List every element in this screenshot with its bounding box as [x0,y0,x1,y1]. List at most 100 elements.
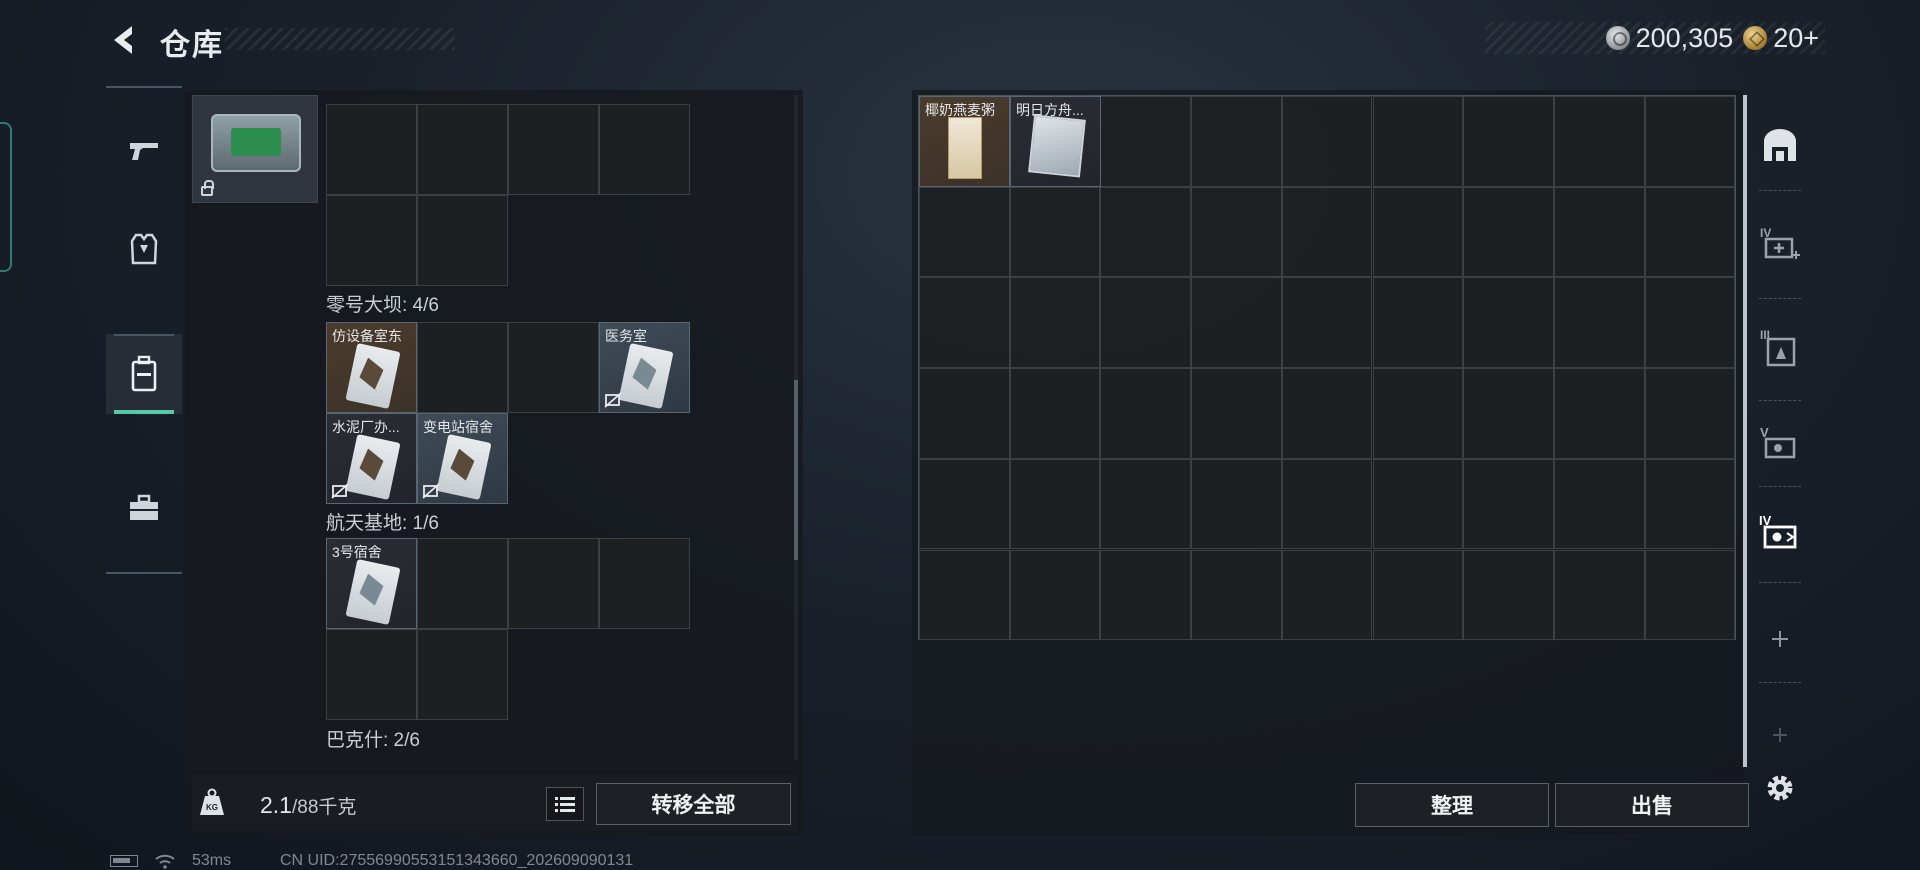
grid-cell[interactable] [1009,277,1101,369]
tool-v-storage[interactable]: V [1755,420,1805,470]
tool-iv-add[interactable]: IV [1755,220,1805,270]
list-icon [555,797,575,812]
grid-cell[interactable] [1372,549,1464,641]
tab-weapons[interactable] [106,110,182,190]
list-view-button[interactable] [546,787,584,821]
grid-cell[interactable] [1644,458,1736,550]
grid-cell[interactable] [1100,458,1192,550]
grid-cell[interactable] [919,277,1010,369]
grid-cell[interactable] [1281,458,1373,550]
grid-cell[interactable] [1463,96,1554,187]
grid-cell[interactable] [1281,368,1373,459]
section-label-bakhsh: 巴克什: 2/6 [326,730,420,751]
grid-cell[interactable] [1372,96,1464,187]
grid-cell[interactable] [599,104,690,195]
tool-iii-storage[interactable]: III [1755,324,1805,374]
grid-cell[interactable] [1372,458,1464,550]
tab-armor[interactable] [106,210,182,290]
grid-cell[interactable] [919,186,1010,278]
tab-tools[interactable] [106,468,182,548]
keycard-item[interactable]: 3号宿舍 [326,538,417,629]
side-drawer-handle[interactable] [0,122,12,272]
armor-vest-icon [130,233,158,265]
grid-cell[interactable] [1553,368,1645,459]
grid-cell[interactable] [1100,549,1192,641]
tab-containers[interactable] [106,334,182,414]
grid-cell[interactable] [326,629,417,720]
grid-cell[interactable] [1009,458,1101,550]
grid-cell[interactable] [1463,277,1554,369]
grid-cell[interactable] [1100,368,1192,459]
grid-cell[interactable] [1372,368,1464,459]
grid-cell[interactable] [326,195,417,286]
keycard-item[interactable]: 水泥厂办... [326,413,417,504]
grid-cell[interactable] [1100,186,1192,278]
keycard-item[interactable]: 仿设备室东 [326,322,417,413]
grid-cell[interactable] [1009,549,1101,641]
grid-cell[interactable] [1281,549,1373,641]
grid-cell[interactable] [1644,96,1736,187]
grid-cell[interactable] [1191,277,1282,369]
grid-cell[interactable] [1463,458,1554,550]
grid-cell[interactable] [1191,549,1282,641]
grid-cell[interactable] [1553,186,1645,278]
grid-cell[interactable] [1100,277,1192,369]
grid-cell[interactable] [1553,458,1645,550]
grid-cell[interactable] [1463,368,1554,459]
grid-cell[interactable] [508,104,599,195]
grid-cell[interactable] [508,538,599,629]
grid-cell[interactable] [919,549,1010,641]
grid-cell[interactable] [1372,186,1464,278]
gold-currency[interactable]: 20+ [1743,23,1819,54]
key-case-slot[interactable] [192,95,318,203]
grid-cell[interactable] [1463,186,1554,278]
grid-cell[interactable] [1644,277,1736,369]
grid-cell[interactable] [1553,549,1645,641]
settings-gear-icon[interactable] [1762,770,1798,806]
grid-cell[interactable] [599,538,690,629]
grid-cell[interactable] [1553,96,1645,187]
grid-cell[interactable] [1281,277,1373,369]
grid-cell[interactable] [1191,96,1282,187]
grid-cell[interactable] [919,458,1010,550]
back-arrow-icon[interactable] [106,22,142,58]
keycard-item[interactable]: 变电站宿舍 [417,413,508,504]
keycard-image [436,434,492,500]
left-scrollbar-thumb[interactable] [794,380,798,560]
keycard-image [345,343,401,409]
grid-cell[interactable] [417,322,508,413]
grid-cell[interactable] [508,322,599,413]
grid-cell[interactable] [1009,186,1101,278]
grid-cell[interactable] [326,104,417,195]
tool-add-faded[interactable] [1755,710,1805,760]
grid-cell[interactable] [1009,368,1101,459]
grid-cell[interactable] [1100,96,1192,187]
right-scrollbar[interactable] [1743,95,1747,767]
grid-cell[interactable] [417,629,508,720]
transfer-all-button[interactable]: 转移全部 [596,783,791,825]
grid-cell[interactable] [1463,549,1554,641]
grid-cell[interactable] [417,538,508,629]
grid-cell[interactable] [1553,277,1645,369]
grid-cell[interactable] [919,368,1010,459]
grid-cell[interactable] [1644,186,1736,278]
tool-add[interactable] [1755,614,1805,664]
keycard-item[interactable]: 医务室 [599,322,690,413]
grid-cell[interactable] [1644,368,1736,459]
grid-cell[interactable] [1281,96,1373,187]
food-item[interactable]: 椰奶燕麦粥 [919,96,1010,187]
tool-home-base[interactable] [1755,120,1805,170]
grid-cell[interactable] [1191,368,1282,459]
collectible-item[interactable]: 明日方舟... [1010,96,1101,187]
tool-iv-storage[interactable]: IV [1755,508,1805,558]
grid-cell[interactable] [1191,186,1282,278]
sort-button[interactable]: 整理 [1355,783,1549,827]
grid-cell[interactable] [1644,549,1736,641]
add-faded-icon [1773,728,1787,742]
grid-cell[interactable] [417,195,508,286]
grid-cell[interactable] [1372,277,1464,369]
grid-cell[interactable] [417,104,508,195]
sell-button[interactable]: 出售 [1555,783,1749,827]
grid-cell[interactable] [1281,186,1373,278]
grid-cell[interactable] [1191,458,1282,550]
